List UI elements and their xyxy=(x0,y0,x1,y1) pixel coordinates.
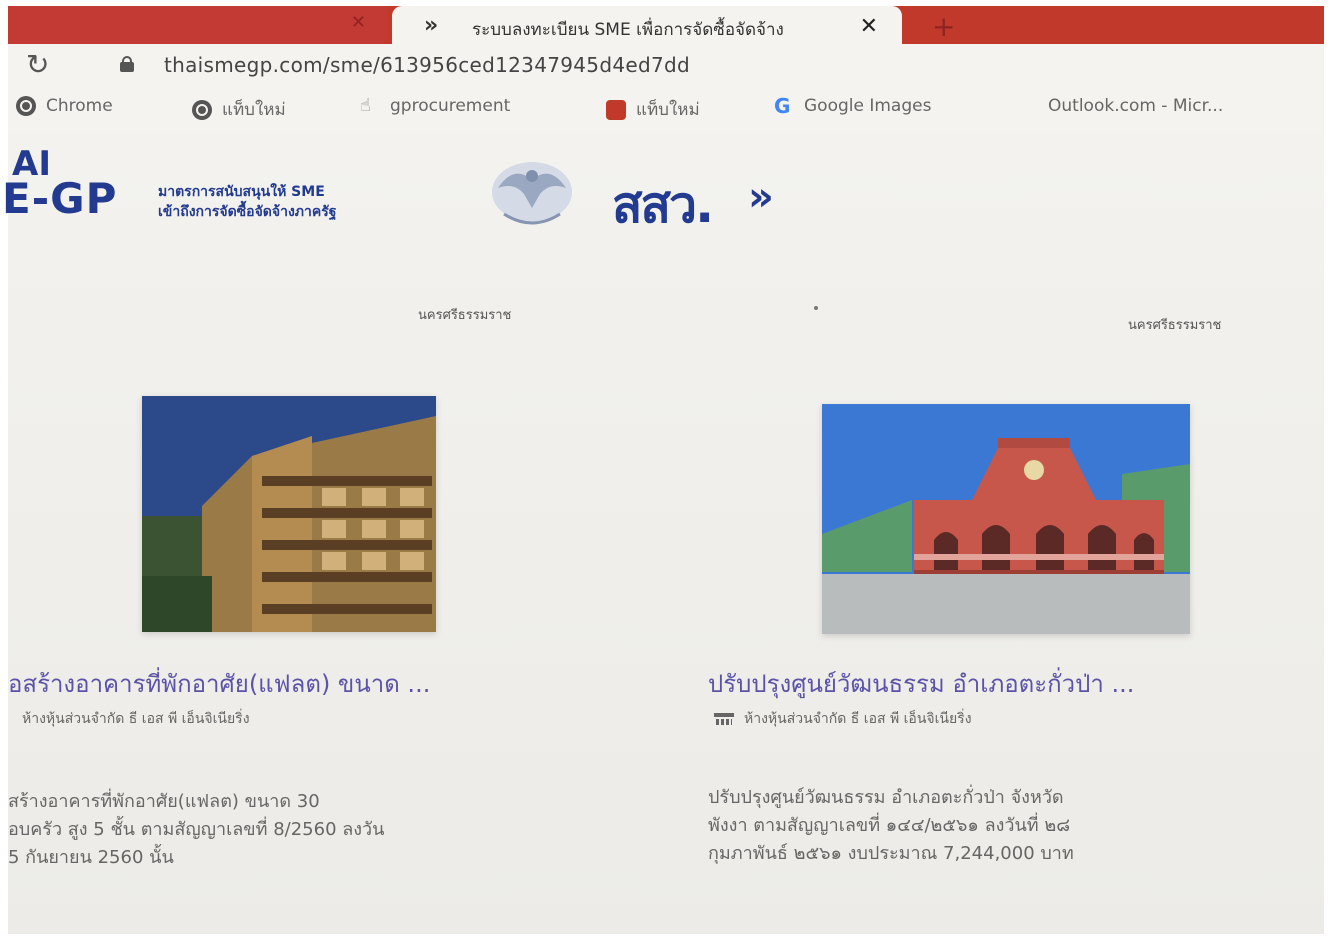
reload-icon[interactable]: ↻ xyxy=(26,48,49,81)
new-tab-button[interactable]: + xyxy=(932,10,955,43)
close-tab-icon[interactable]: ✕ xyxy=(351,12,366,33)
bookmark-google-images[interactable]: G Google Images xyxy=(774,96,931,116)
bookmark-gprocurement[interactable]: ☝ gprocurement xyxy=(360,95,511,117)
chevrons-right-icon: » xyxy=(424,13,438,38)
card-title-link[interactable]: ปรับปรุงศูนย์วัฒนธรรม อำเภอตะกั่วป่า ... xyxy=(708,664,1288,703)
card-province: นครศรีธรรมราช xyxy=(418,308,512,323)
card-description: สร้างอาคารที่พักอาศัย(แฟลต) ขนาด 30 อบคร… xyxy=(8,791,385,868)
google-icon: G xyxy=(774,94,791,118)
page-content: AI E-GP มาตรการสนับสนุนให้ SME เข้าถึงกา… xyxy=(2,134,1324,942)
card-company: ห้างหุ้นส่วนจำกัด ธี เอส พี เอ็นจิเนียริ… xyxy=(714,708,972,730)
bookmark-label: gprocurement xyxy=(390,96,511,116)
garuda-emblem-icon xyxy=(492,162,572,225)
card-photo-cultural-center[interactable] xyxy=(822,404,1190,634)
browser-toolbar: ↻ thaismegp.com/sme/613956ced12347945d4e… xyxy=(8,44,1324,90)
tab-title: ระบบลงทะเบียน SME เพื่อการจัดซื้อจัดจ้าง xyxy=(472,20,784,40)
separator-dot xyxy=(814,306,818,310)
bookmark-label: Chrome xyxy=(46,96,113,116)
egp-logo[interactable]: E-GP xyxy=(2,174,117,223)
address-bar[interactable]: thaismegp.com/sme/613956ced12347945d4ed7… xyxy=(164,53,690,77)
red-app-icon xyxy=(606,99,626,120)
bookmark-chrome[interactable]: Chrome xyxy=(16,96,113,116)
card-company: ห้างหุ้นส่วนจำกัด ธี เอส พี เอ็นจิเนียริ… xyxy=(22,711,250,727)
bookmark-new-tab-2[interactable]: แท็บใหม่ xyxy=(606,96,700,123)
tab-strip: ✕ » ระบบลงทะเบียน SME เพื่อการจัดซื้อจัด… xyxy=(8,6,1324,50)
screen-edge xyxy=(0,934,1330,942)
card-photo-building[interactable] xyxy=(142,396,436,632)
globe-icon xyxy=(192,99,212,120)
microsoft-icon xyxy=(1018,96,1038,116)
tab-inactive[interactable]: ✕ xyxy=(8,6,388,44)
bookmarks-bar: Chrome แท็บใหม่ ☝ gprocurement แท็บใหม่ … xyxy=(8,90,1324,134)
company-icon xyxy=(714,713,734,725)
bookmark-outlook[interactable]: Outlook.com - Micr... xyxy=(1018,96,1223,116)
bookmark-label: แท็บใหม่ xyxy=(636,100,700,120)
globe-icon xyxy=(16,96,36,116)
card-description: ปรับปรุงศูนย์วัฒนธรรม อำเภอตะกั่วป่า จัง… xyxy=(708,787,1074,864)
hand-icon: ☝ xyxy=(360,95,371,116)
bookmark-new-tab[interactable]: แท็บใหม่ xyxy=(192,96,286,123)
card-title-link[interactable]: อสร้างอาคารที่พักอาศัย(แฟลต) ขนาด ... xyxy=(8,664,598,703)
lock-icon[interactable] xyxy=(120,56,134,72)
bookmark-label: แท็บใหม่ xyxy=(222,100,286,120)
chevrons-right-icon: » xyxy=(748,174,774,220)
close-tab-icon[interactable]: ✕ xyxy=(860,14,878,39)
logo-tagline: มาตรการสนับสนุนให้ SME เข้าถึงการจัดซื้อ… xyxy=(158,184,337,220)
card-province: นครศรีธรรมราช xyxy=(1128,318,1222,333)
bookmark-label: Google Images xyxy=(804,96,932,116)
sso-logo[interactable]: สสว. xyxy=(612,166,714,245)
bookmark-label: Outlook.com - Micr... xyxy=(1048,96,1224,116)
